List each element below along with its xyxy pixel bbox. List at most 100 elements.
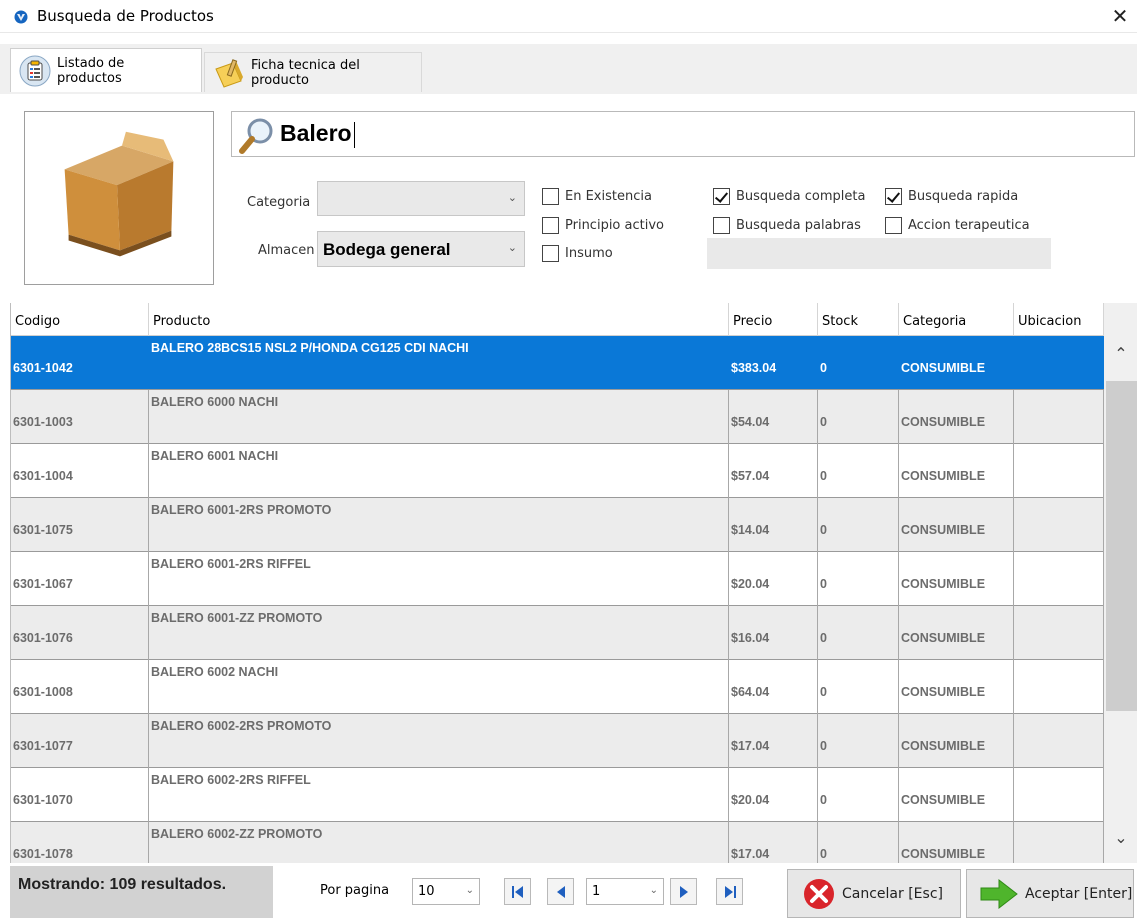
cell-precio-text: $20.04 [731, 577, 770, 591]
cell-categoria: CONSUMIBLE [899, 498, 1014, 552]
cell-stock: 0 [818, 714, 899, 768]
last-page-icon [725, 886, 736, 898]
scrollbar-thumb[interactable] [1106, 381, 1137, 711]
checkbox-box[interactable] [885, 188, 902, 205]
checkbox-box[interactable] [542, 245, 559, 262]
per-page-label: Por pagina [320, 883, 390, 898]
en-existencia-checkbox[interactable]: En Existencia [542, 188, 652, 205]
busqueda-palabras-checkbox[interactable]: Busqueda palabras [713, 217, 861, 234]
insumo-checkbox[interactable]: Insumo [542, 245, 613, 262]
table-row[interactable]: 6301-1076 BALERO 6001-ZZ PROMOTO $16.04 0 CO… [11, 606, 1104, 660]
cell-precio: $57.04 [729, 444, 818, 498]
previous-page-button[interactable] [547, 878, 574, 905]
almacen-label: Almacen [258, 243, 315, 258]
cell-stock: 0 [818, 552, 899, 606]
accept-button[interactable]: Aceptar [Enter] [966, 869, 1134, 918]
cell-precio-text: $20.04 [731, 793, 770, 807]
cell-categoria: CONSUMIBLE [899, 444, 1014, 498]
col-ubicacion[interactable]: Ubicacion [1014, 303, 1104, 336]
tab-listado-productos[interactable]: Listado de productos [10, 48, 202, 92]
col-precio[interactable]: Precio [729, 303, 818, 336]
cell-producto-text: BALERO 6001-ZZ PROMOTO [151, 611, 323, 625]
cell-stock-text: 0 [820, 739, 827, 753]
search-input[interactable]: Balero [280, 120, 355, 148]
tab-label: Listado de productos [57, 55, 125, 86]
first-page-icon [512, 886, 523, 898]
checkbox-box[interactable] [885, 217, 902, 234]
table-row[interactable]: 6301-1067 BALERO 6001-2RS RIFFEL $20.04 0 CO… [11, 552, 1104, 606]
cell-stock-text: 0 [820, 631, 827, 645]
product-image [24, 111, 214, 285]
principio-activo-checkbox[interactable]: Principio activo [542, 217, 664, 234]
cell-codigo: 6301-1077 [11, 714, 149, 768]
cell-ubicacion [1014, 444, 1104, 498]
last-page-button[interactable] [716, 878, 743, 905]
cell-codigo-text: 6301-1004 [13, 469, 73, 483]
cell-precio: $20.04 [729, 768, 818, 822]
tab-ficha-tecnica[interactable]: Ficha tecnica del producto [204, 52, 422, 92]
results-table: Codigo Producto Precio Stock Categoria U… [10, 303, 1137, 863]
chevron-up-icon[interactable]: ⌃ [1104, 344, 1137, 374]
checkbox-box[interactable] [713, 188, 730, 205]
cell-categoria-text: CONSUMIBLE [901, 793, 986, 807]
checkbox-box[interactable] [713, 217, 730, 234]
cell-categoria: CONSUMIBLE [899, 606, 1014, 660]
cell-stock-text: 0 [820, 577, 827, 591]
col-producto[interactable]: Producto [149, 303, 729, 336]
table-row[interactable]: 6301-1075 BALERO 6001-2RS PROMOTO $14.04 0 C… [11, 498, 1104, 552]
cell-precio-text: $17.04 [731, 847, 770, 861]
per-page-select[interactable]: 10 ⌄ [412, 878, 480, 905]
cancel-button[interactable]: Cancelar [Esc] [787, 869, 961, 918]
busqueda-rapida-checkbox[interactable]: Busqueda rapida [885, 188, 1018, 205]
table-row[interactable]: 6301-1004 BALERO 6001 NACHI $57.04 0 CONSUMI… [11, 444, 1104, 498]
cell-categoria-text: CONSUMIBLE [901, 847, 986, 861]
next-page-button[interactable] [670, 878, 697, 905]
categoria-label: Categoria [247, 195, 311, 210]
cell-precio: $383.04 [729, 336, 818, 390]
checkbox-box[interactable] [542, 188, 559, 205]
tab-label: Ficha tecnica del producto [251, 57, 360, 88]
cell-stock-text: 0 [820, 685, 827, 699]
almacen-value: Bodega general [323, 240, 451, 259]
cell-codigo: 6301-1075 [11, 498, 149, 552]
busqueda-completa-checkbox[interactable]: Busqueda completa [713, 188, 865, 205]
next-icon [680, 886, 688, 898]
categoria-select[interactable]: ⌄ [317, 181, 525, 216]
almacen-select[interactable]: Bodega general ⌄ [317, 231, 525, 267]
page-select[interactable]: 1 ⌄ [586, 878, 664, 905]
cell-stock-text: 0 [820, 415, 827, 429]
cell-ubicacion [1014, 768, 1104, 822]
cell-precio-text: $14.04 [731, 523, 770, 537]
table-row[interactable]: 6301-1003 BALERO 6000 NACHI $54.04 0 CONSUMI… [11, 390, 1104, 444]
table-row[interactable]: 6301-1008 BALERO 6002 NACHI $64.04 0 CONSUMI… [11, 660, 1104, 714]
chevron-down-icon[interactable]: ⌄ [1104, 828, 1137, 858]
cell-stock-text: 0 [820, 847, 827, 861]
col-categoria[interactable]: Categoria [899, 303, 1014, 336]
search-field[interactable]: Balero [231, 111, 1135, 157]
clipboard-list-icon [19, 55, 51, 86]
vertical-scrollbar[interactable]: ⌃ ⌄ [1104, 303, 1137, 863]
table-row[interactable]: 6301-1070 BALERO 6002-2RS RIFFEL $20.04 0 CO… [11, 768, 1104, 822]
cell-ubicacion [1014, 552, 1104, 606]
cell-producto-text: BALERO 6002 NACHI [151, 665, 279, 679]
col-stock[interactable]: Stock [818, 303, 899, 336]
cancel-x-icon [804, 878, 834, 909]
cell-precio-text: $64.04 [731, 685, 770, 699]
cell-producto: BALERO 28BCS15 NSL2 P/HONDA CG125 CDI NA… [149, 336, 729, 390]
table-row[interactable]: 6301-1077 BALERO 6002-2RS PROMOTO $17.04 0 C… [11, 714, 1104, 768]
table-row[interactable]: 6301-1042 BALERO 28BCS15 NSL2 P/HONDA CG1… [11, 336, 1104, 390]
cell-producto-text: BALERO 6001-2RS RIFFEL [151, 557, 311, 571]
table-row[interactable]: 6301-1078 BALERO 6002-ZZ PROMOTO $17.04 0 CO… [11, 822, 1104, 863]
close-icon[interactable]: ✕ [1107, 3, 1133, 29]
checkbox-box[interactable] [542, 217, 559, 234]
cell-categoria: CONSUMIBLE [899, 822, 1014, 863]
first-page-button[interactable] [504, 878, 531, 905]
cell-producto: BALERO 6002-2RS PROMOTO [149, 714, 729, 768]
col-codigo[interactable]: Codigo [11, 303, 149, 336]
cell-stock-text: 0 [820, 793, 827, 807]
cell-codigo-text: 6301-1078 [13, 847, 73, 861]
chevron-down-icon: ⌄ [649, 885, 658, 896]
cell-categoria: CONSUMIBLE [899, 336, 1014, 390]
cell-producto: BALERO 6002 NACHI [149, 660, 729, 714]
accion-terapeutica-checkbox[interactable]: Accion terapeutica [885, 217, 1030, 234]
